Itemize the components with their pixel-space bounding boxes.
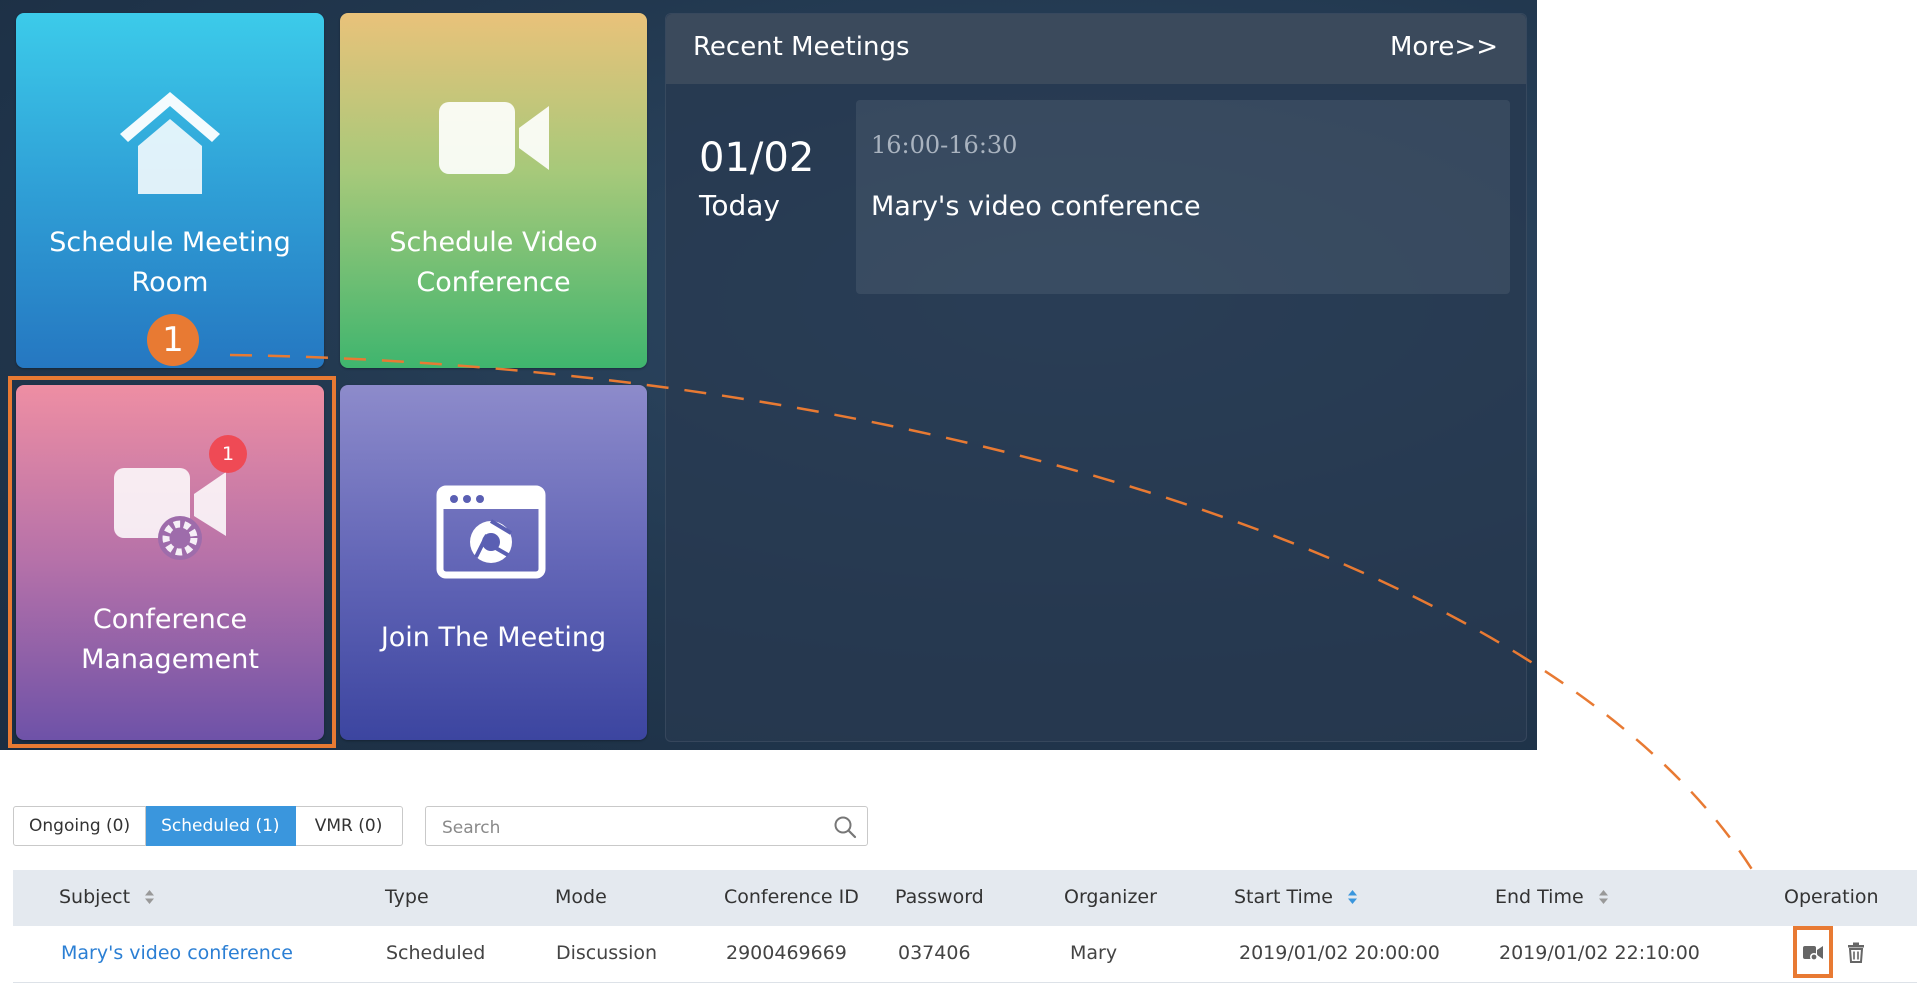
search-input[interactable] [440, 815, 824, 841]
search-box [425, 806, 868, 846]
recent-meetings-header: Recent Meetings More>> [666, 14, 1526, 84]
meeting-date: 01/02 [699, 135, 815, 181]
tab-ongoing[interactable]: Ongoing (0) [13, 806, 147, 846]
join-meeting-tile[interactable]: Join The Meeting [340, 385, 647, 740]
row-conference-id: 2900469669 [726, 942, 847, 964]
conference-management-highlight [8, 376, 336, 748]
browser-window-icon [436, 485, 546, 579]
header-organizer: Organizer [1064, 886, 1157, 908]
schedule-meeting-room-label: Schedule Meeting Room [49, 227, 291, 298]
schedule-video-conference-label: Schedule Video Conference [389, 227, 598, 298]
row-password: 037406 [898, 942, 971, 964]
header-mode: Mode [555, 886, 607, 908]
tab-scheduled[interactable]: Scheduled (1) [146, 806, 296, 846]
house-icon [120, 92, 220, 194]
header-end-time[interactable]: End Time [1495, 886, 1609, 908]
sort-asc-icon[interactable] [1347, 889, 1358, 905]
row-type: Scheduled [386, 942, 486, 964]
table-header: Subject Type Mode Conference ID Password… [13, 870, 1917, 926]
recent-meetings-title: Recent Meetings [693, 32, 910, 62]
trash-icon[interactable] [1847, 942, 1865, 963]
more-link[interactable]: More>> [1390, 32, 1498, 62]
row-organizer: Mary [1070, 942, 1118, 964]
header-start-time[interactable]: Start Time [1234, 886, 1358, 908]
recent-meetings-panel: Recent Meetings More>> 01/02 Today 16:00… [665, 13, 1527, 742]
header-operation: Operation [1784, 886, 1879, 908]
join-meeting-label: Join The Meeting [380, 622, 607, 653]
header-end-time-label: End Time [1495, 886, 1584, 908]
header-conference-id: Conference ID [724, 886, 859, 908]
step-1-badge: 1 [147, 314, 199, 366]
tab-vmr[interactable]: VMR (0) [295, 806, 403, 846]
header-subject-label: Subject [59, 886, 131, 908]
recent-meeting-card[interactable]: 16:00-16:30 Mary's video conference [856, 100, 1510, 294]
row-end-time: 2019/01/02 22:10:00 [1499, 942, 1700, 964]
schedule-video-conference-tile[interactable]: Schedule Video Conference [340, 13, 647, 368]
header-type: Type [385, 886, 429, 908]
sort-icon[interactable] [144, 889, 155, 905]
row-subject-link[interactable]: Mary's video conference [61, 942, 293, 964]
row-start-time: 2019/01/02 20:00:00 [1239, 942, 1440, 964]
meeting-name: Mary's video conference [871, 191, 1201, 222]
header-password: Password [895, 886, 984, 908]
table-row: Mary's video conference Scheduled Discus… [13, 926, 1917, 983]
header-subject[interactable]: Subject [59, 886, 155, 908]
search-icon[interactable] [833, 815, 857, 839]
row-mode: Discussion [556, 942, 658, 964]
sort-icon[interactable] [1598, 889, 1609, 905]
enter-conference-highlight [1793, 926, 1833, 978]
conference-tabs: Ongoing (0) Scheduled (1) VMR (0) [13, 806, 403, 846]
meeting-day: Today [699, 189, 780, 222]
video-camera-icon [439, 102, 549, 174]
meeting-time: 16:00-16:30 [871, 131, 1018, 159]
header-start-time-label: Start Time [1234, 886, 1333, 908]
